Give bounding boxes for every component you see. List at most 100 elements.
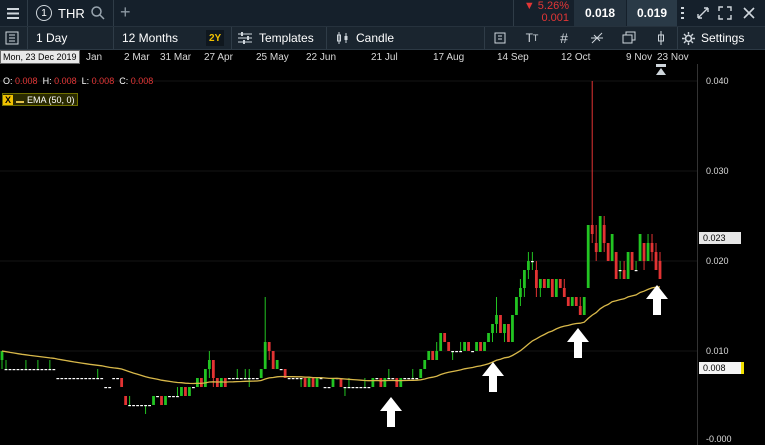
- instrument-number-badge: 1: [36, 5, 52, 21]
- candle: [475, 342, 478, 351]
- add-tab-button[interactable]: +: [120, 2, 131, 22]
- candle: [598, 216, 602, 252]
- candle: [423, 360, 427, 369]
- windows-icon[interactable]: [618, 27, 640, 49]
- bid-button[interactable]: 0.018: [574, 0, 626, 26]
- candle: [515, 297, 518, 315]
- date-axis: Jan 2 Mar 31 Mar 27 Apr 25 May 22 Jun 21…: [0, 50, 697, 65]
- candle-icon: [337, 32, 348, 44]
- candle: [650, 234, 654, 261]
- candle: [104, 387, 108, 389]
- candle: [614, 252, 618, 279]
- candle: [247, 369, 251, 387]
- candle: [24, 360, 28, 371]
- candle: [287, 378, 291, 380]
- settings-button[interactable]: Settings: [682, 29, 744, 47]
- candle: [172, 396, 175, 398]
- candle: [28, 369, 32, 371]
- chart-type-label: Candle: [356, 31, 395, 45]
- candle: [311, 378, 315, 387]
- templates-button[interactable]: Templates: [238, 29, 314, 47]
- candle: [495, 297, 498, 333]
- range-shortcut-2y[interactable]: 2Y: [206, 30, 225, 46]
- candle: [503, 324, 506, 342]
- arrow-annotation[interactable]: [380, 397, 402, 427]
- candle: [534, 261, 538, 297]
- candle: [363, 378, 367, 389]
- candle: [327, 387, 331, 389]
- candle: [558, 279, 562, 288]
- candle: [295, 378, 299, 380]
- text-size-icon[interactable]: TT: [521, 27, 543, 49]
- ohlc-low: 0.008: [91, 76, 115, 86]
- candle: [550, 279, 554, 297]
- top-bar: 1 THR + ▼ 5.26% 0.001 0.018 0.019: [0, 0, 765, 27]
- candle: [658, 252, 662, 279]
- ask-button[interactable]: 0.019: [627, 0, 677, 26]
- candle: [168, 396, 171, 398]
- ema-indicator-tag[interactable]: X EMA (50, 0): [2, 93, 78, 106]
- candle: [279, 369, 283, 371]
- candle: [303, 378, 307, 387]
- candle: [634, 261, 638, 272]
- close-icon[interactable]: [742, 6, 756, 20]
- candle: [4, 360, 8, 371]
- range-selector[interactable]: 12 Months: [122, 29, 178, 47]
- drawing-tools-icon[interactable]: [586, 27, 608, 49]
- candle: [255, 378, 259, 380]
- price-chart[interactable]: [0, 65, 697, 445]
- candle: [523, 270, 526, 297]
- candle: [383, 378, 387, 387]
- candle: [60, 378, 64, 380]
- candle: [367, 387, 371, 389]
- instrument-selector[interactable]: 1 THR: [36, 3, 105, 23]
- arrow-annotation[interactable]: [482, 362, 504, 392]
- candle: [527, 252, 530, 279]
- indicators-icon[interactable]: [490, 27, 510, 49]
- candle: [542, 279, 546, 288]
- price-tick: 0.040: [706, 76, 729, 86]
- expand-icon[interactable]: [718, 6, 732, 20]
- candle: [323, 387, 327, 389]
- grid-icon[interactable]: #: [553, 27, 575, 49]
- symbol-label: THR: [58, 5, 85, 21]
- candle: [40, 369, 44, 371]
- candle: [16, 369, 20, 371]
- candle: [48, 360, 52, 371]
- candle: [626, 252, 630, 279]
- candle-settings-icon[interactable]: [650, 27, 672, 49]
- more-icon[interactable]: [680, 6, 686, 20]
- candle: [108, 387, 112, 389]
- candle: [307, 378, 311, 387]
- interval-selector[interactable]: 1 Day: [36, 29, 67, 47]
- candle: [630, 252, 634, 270]
- candle: [578, 297, 582, 315]
- candle: [530, 252, 534, 270]
- candle: [76, 378, 80, 380]
- candle: [467, 342, 470, 351]
- popout-icon[interactable]: [696, 6, 710, 20]
- templates-label: Templates: [259, 31, 314, 45]
- window-controls: [678, 0, 765, 26]
- change-percent: ▼ 5.26%: [523, 0, 569, 12]
- layout-icon[interactable]: [5, 31, 19, 45]
- remove-indicator-button[interactable]: X: [3, 94, 14, 105]
- price-axis[interactable]: 0.040 0.030 0.020 0.010 -0.000: [697, 64, 765, 445]
- chart-type-button[interactable]: Candle: [336, 29, 394, 47]
- candle: [407, 378, 411, 380]
- menu-icon[interactable]: [4, 3, 22, 23]
- candle: [275, 360, 279, 369]
- ohlc-legend: O: 0.008 H: 0.008 L: 0.008 C: 0.008: [3, 76, 154, 86]
- date-tick: 9 Nov: [626, 52, 653, 63]
- candle: [267, 342, 271, 360]
- candle: [100, 378, 104, 380]
- candle: [391, 378, 395, 380]
- candle: [606, 243, 610, 261]
- candle: [638, 234, 642, 261]
- candle: [375, 378, 379, 380]
- candle: [574, 297, 578, 306]
- candle: [511, 315, 514, 342]
- arrow-annotation[interactable]: [567, 328, 589, 358]
- search-icon[interactable]: [90, 6, 105, 20]
- settings-label: Settings: [701, 31, 745, 45]
